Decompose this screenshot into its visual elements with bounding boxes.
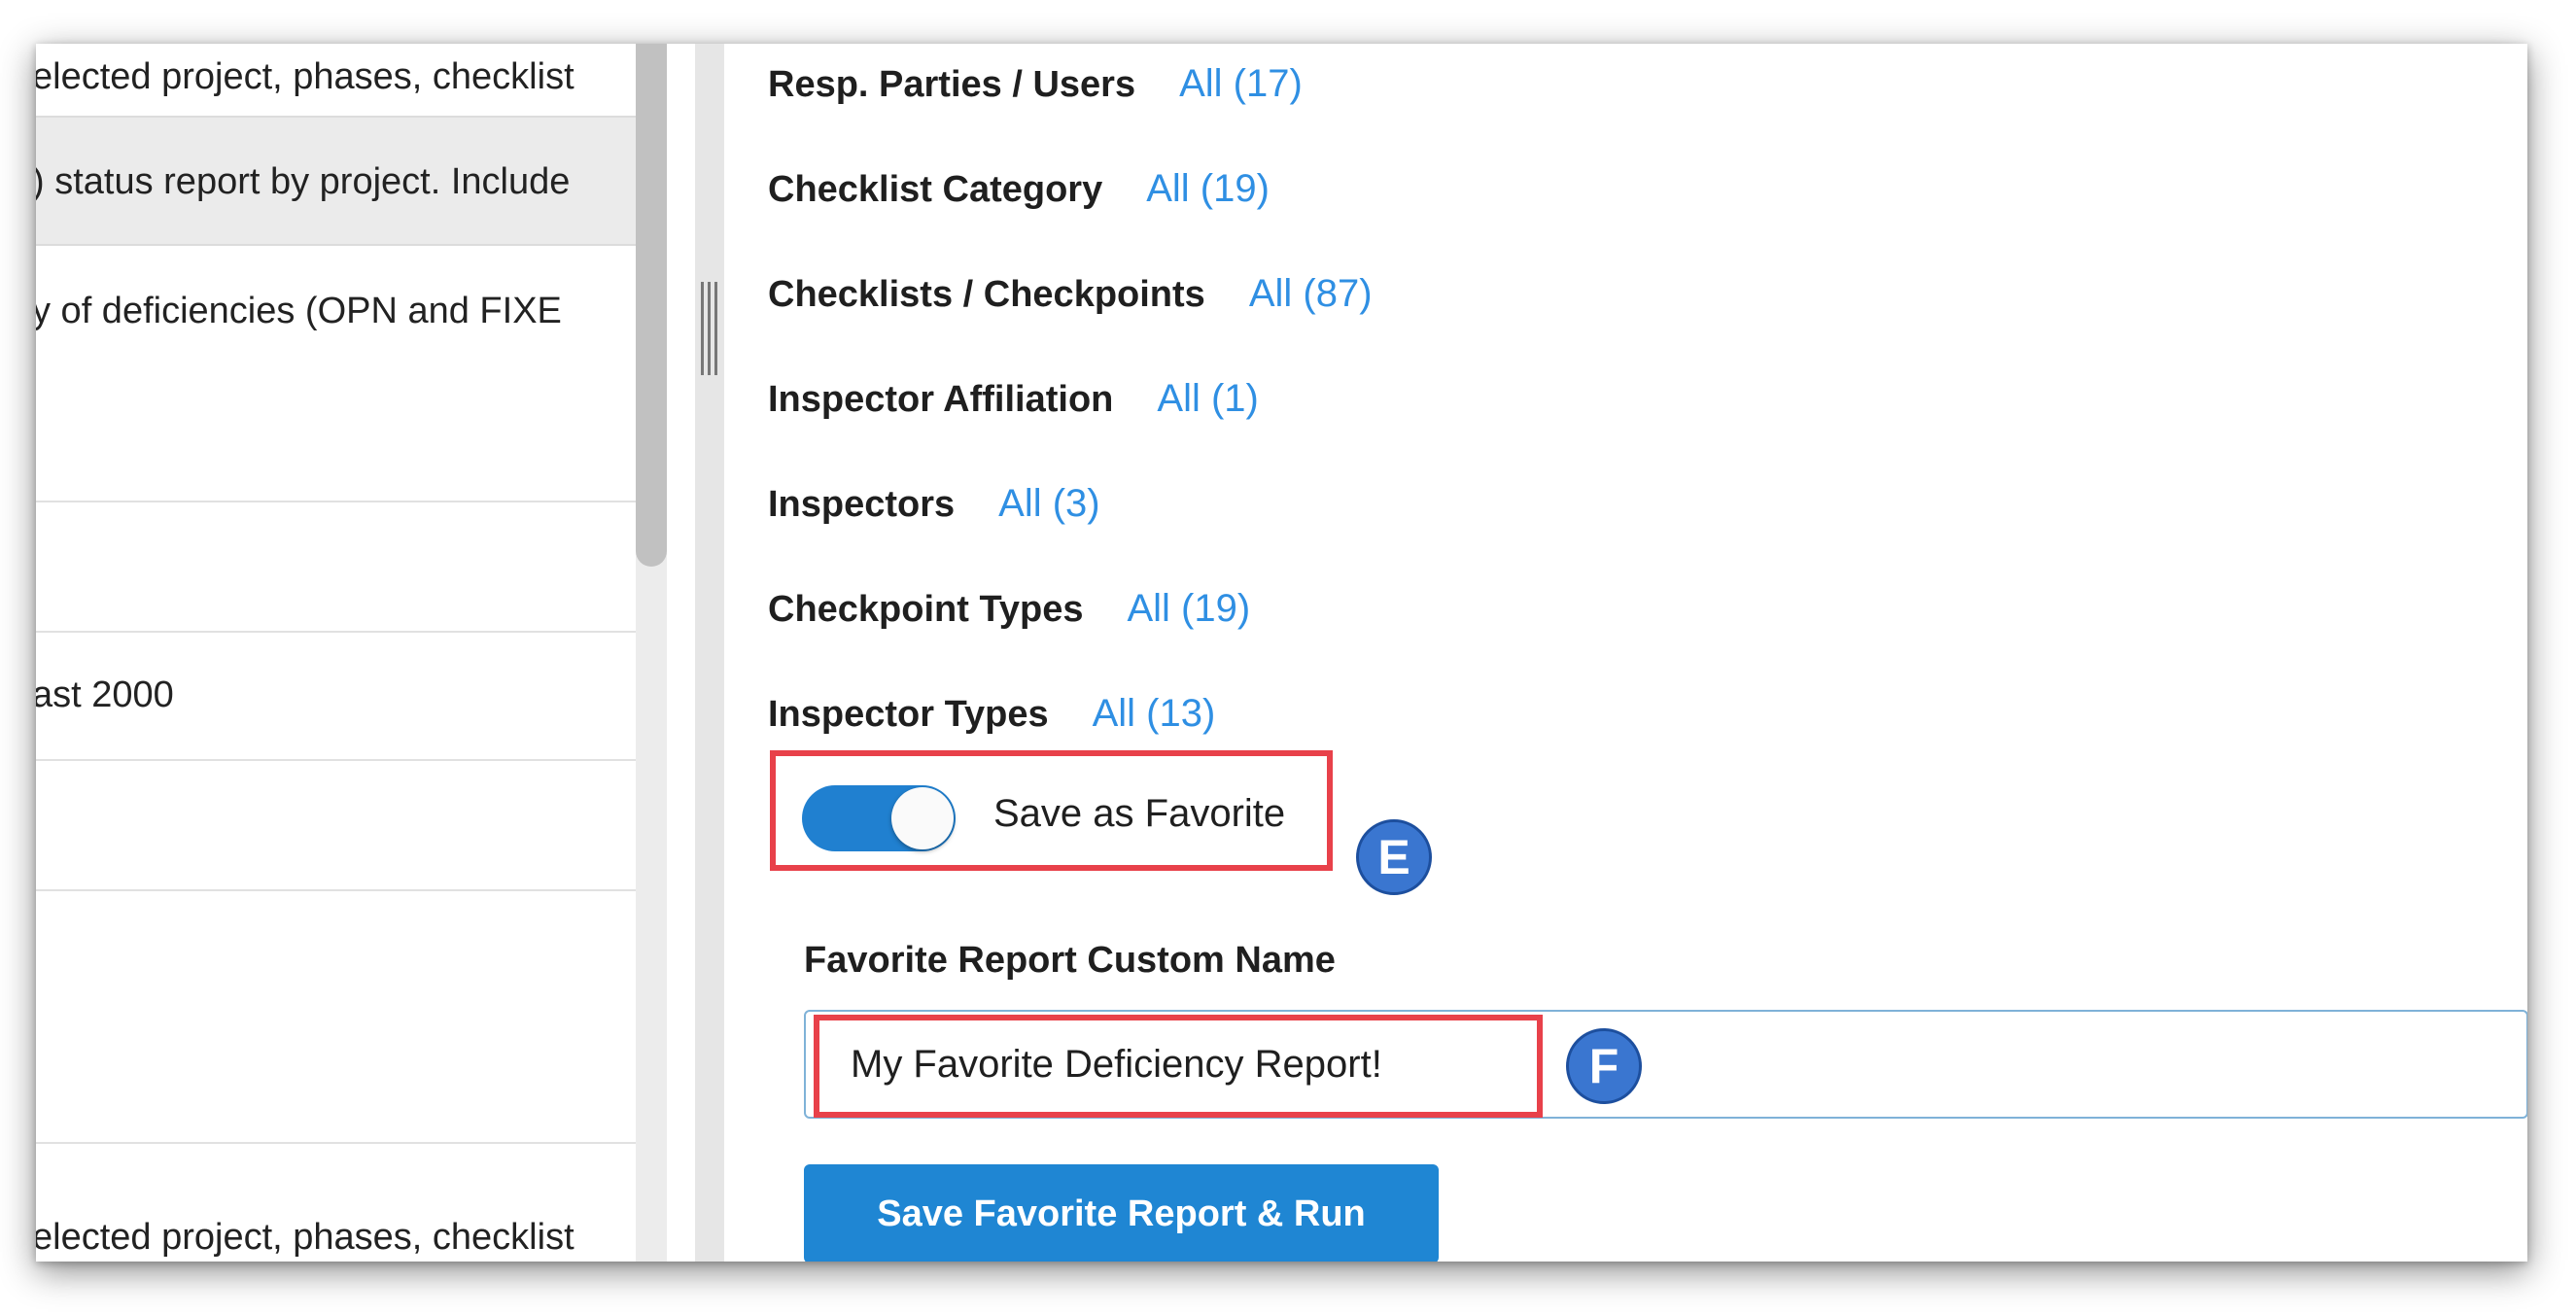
- report-description[interactable]: elected project, phases, checklist: [36, 55, 574, 98]
- report-description[interactable]: y of deficiencies (OPN and FIXE: [36, 290, 562, 332]
- save-favorite-label: Save as Favorite: [993, 792, 1286, 835]
- resize-grip-icon[interactable]: [701, 282, 718, 375]
- favorite-name-label: Favorite Report Custom Name: [804, 940, 1336, 981]
- screenshot-frame: elected project, phases, checklist ) sta…: [36, 44, 2527, 1262]
- filter-label: Resp. Parties / Users: [768, 64, 1136, 105]
- callout-badge-f: F: [1566, 1028, 1642, 1104]
- save-favorite-toggle[interactable]: [802, 785, 956, 851]
- filter-checkpoint-types: Checkpoint Types All (19): [768, 587, 1250, 631]
- filter-label: Inspector Types: [768, 694, 1049, 735]
- filter-checklist-category: Checklist Category All (19): [768, 167, 1270, 211]
- filter-label: Checklist Category: [768, 169, 1103, 210]
- toggle-knob: [891, 787, 954, 849]
- filter-link[interactable]: All (19): [1127, 587, 1250, 631]
- filter-label: Inspector Affiliation: [768, 379, 1114, 420]
- filter-link[interactable]: All (1): [1157, 377, 1258, 421]
- report-list-pane: elected project, phases, checklist ) sta…: [36, 44, 636, 1262]
- filter-inspectors: Inspectors All (3): [768, 482, 1100, 526]
- report-description[interactable]: ast 2000: [36, 674, 174, 716]
- filter-label: Inspectors: [768, 484, 956, 525]
- filter-link[interactable]: All (17): [1179, 62, 1303, 106]
- scrollbar-thumb[interactable]: [636, 44, 667, 567]
- filter-inspector-affiliation: Inspector Affiliation All (1): [768, 377, 1259, 421]
- filter-link[interactable]: All (19): [1146, 167, 1270, 211]
- filter-link[interactable]: All (13): [1093, 692, 1216, 736]
- list-separator: [36, 1142, 636, 1144]
- favorite-name-input[interactable]: [804, 1010, 2527, 1119]
- list-separator: [36, 631, 636, 633]
- filter-checklists-checkpoints: Checklists / Checkpoints All (87): [768, 272, 1373, 316]
- filter-resp-parties: Resp. Parties / Users All (17): [768, 62, 1303, 106]
- pane-divider[interactable]: [695, 44, 724, 1262]
- save-favorite-run-button[interactable]: Save Favorite Report & Run: [804, 1164, 1439, 1262]
- filter-link[interactable]: All (87): [1249, 272, 1373, 316]
- list-separator: [36, 501, 636, 502]
- filter-inspector-types: Inspector Types All (13): [768, 692, 1215, 736]
- report-description[interactable]: ) status report by project. Include: [36, 160, 570, 203]
- callout-badge-e: E: [1356, 819, 1432, 895]
- list-separator: [36, 889, 636, 891]
- filter-link[interactable]: All (3): [998, 482, 1099, 526]
- list-separator: [36, 759, 636, 761]
- filter-label: Checklists / Checkpoints: [768, 274, 1205, 315]
- report-description[interactable]: elected project, phases, checklist: [36, 1216, 574, 1259]
- filter-label: Checkpoint Types: [768, 589, 1084, 630]
